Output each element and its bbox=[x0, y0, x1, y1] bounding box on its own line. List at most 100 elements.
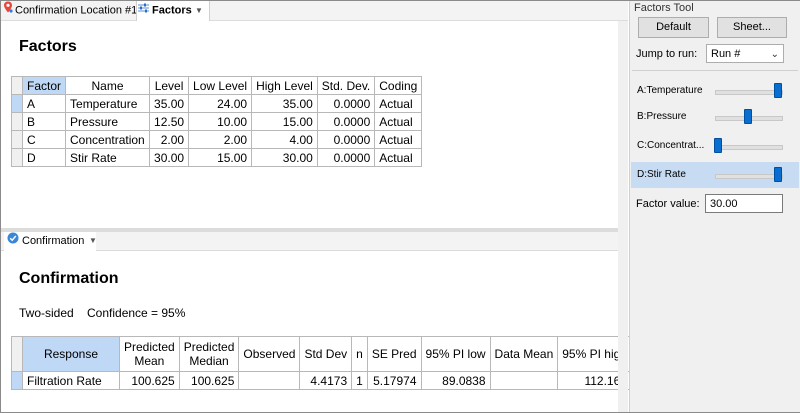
table-row[interactable]: B Pressure 12.50 10.00 15.00 0.0000 Actu… bbox=[11, 112, 423, 131]
factor-slider-row[interactable]: A:Temperature bbox=[631, 78, 799, 104]
factors-table: Factor Name Level Low Level High Level S… bbox=[11, 76, 423, 167]
col-coding[interactable]: Coding bbox=[374, 76, 423, 95]
cell-name[interactable]: Temperature bbox=[65, 94, 151, 113]
slider-track[interactable] bbox=[715, 90, 783, 95]
col-observed[interactable]: Observed bbox=[238, 336, 301, 372]
cell-low-level[interactable]: 2.00 bbox=[188, 130, 253, 149]
col-n[interactable]: n bbox=[351, 336, 368, 372]
cell-factor[interactable]: D bbox=[21, 148, 67, 167]
col-data-mean[interactable]: Data Mean bbox=[489, 336, 559, 372]
col-pi-low[interactable]: 95% PI low bbox=[420, 336, 491, 372]
cell-level[interactable]: 2.00 bbox=[149, 130, 190, 149]
cell-level[interactable]: 12.50 bbox=[149, 112, 190, 131]
cell-std-dev[interactable]: 0.0000 bbox=[316, 130, 376, 149]
cell-low-level[interactable]: 10.00 bbox=[188, 112, 253, 131]
cell-std-dev[interactable]: 0.0000 bbox=[316, 94, 376, 113]
cell-name[interactable]: Pressure bbox=[65, 112, 151, 131]
col-factor[interactable]: Factor bbox=[21, 76, 67, 95]
sheet-button[interactable]: Sheet... bbox=[717, 17, 787, 38]
table-row[interactable]: D Stir Rate 30.00 15.00 30.00 0.0000 Act… bbox=[11, 148, 423, 167]
cell-predicted-median[interactable]: 100.625 bbox=[178, 371, 240, 390]
cell-coding[interactable]: Actual bbox=[374, 148, 423, 167]
factor-slider-row[interactable]: C:Concentrat... bbox=[631, 133, 799, 159]
factor-value-input[interactable]: 30.00 bbox=[705, 194, 783, 213]
col-response[interactable]: Response bbox=[22, 336, 120, 372]
col-low-level[interactable]: Low Level bbox=[188, 76, 253, 95]
cell-factor[interactable]: B bbox=[21, 112, 67, 131]
cell-factor[interactable]: A bbox=[21, 94, 67, 113]
col-se-pred[interactable]: SE Pred bbox=[366, 336, 422, 372]
slider-track[interactable] bbox=[715, 174, 783, 179]
slider-thumb[interactable] bbox=[774, 83, 782, 98]
top-tab-bar: Confirmation Location #1 Factors ▼ bbox=[1, 1, 628, 21]
header-line: Predicted Median bbox=[183, 340, 235, 368]
check-circle-icon bbox=[7, 232, 19, 250]
table-corner[interactable] bbox=[11, 76, 23, 95]
table-row[interactable]: Filtration Rate 100.625 100.625 4.4173 1… bbox=[11, 371, 632, 390]
cell-response[interactable]: Filtration Rate bbox=[22, 371, 120, 390]
jump-to-run-select[interactable]: Run # ⌄ bbox=[706, 44, 784, 63]
slider-thumb[interactable] bbox=[744, 109, 752, 124]
table-corner[interactable] bbox=[11, 336, 23, 372]
factor-slider-label: B:Pressure bbox=[637, 111, 687, 122]
table-row[interactable]: C Concentration 2.00 2.00 4.00 0.0000 Ac… bbox=[11, 130, 423, 149]
col-predicted-mean[interactable]: Predicted Mean bbox=[119, 336, 180, 372]
table-row[interactable]: A Temperature 35.00 24.00 35.00 0.0000 A… bbox=[11, 94, 423, 113]
cell-factor[interactable]: C bbox=[21, 130, 67, 149]
row-header[interactable] bbox=[11, 130, 23, 149]
tab-menu-chevron-down-icon[interactable]: ▼ bbox=[89, 232, 97, 250]
cell-coding[interactable]: Actual bbox=[374, 94, 423, 113]
cell-coding[interactable]: Actual bbox=[374, 130, 423, 149]
cell-observed[interactable] bbox=[238, 371, 301, 390]
confidence-label: Confidence = 95% bbox=[87, 306, 186, 320]
bottom-tab-bar: Confirmation ▼ bbox=[1, 232, 628, 251]
default-button[interactable]: Default bbox=[638, 17, 709, 38]
cell-data-mean[interactable] bbox=[489, 371, 559, 390]
row-header[interactable] bbox=[11, 371, 23, 390]
cell-se-pred[interactable]: 5.17974 bbox=[366, 371, 422, 390]
tab-confirmation[interactable]: Confirmation ▼ bbox=[4, 232, 97, 251]
row-header[interactable] bbox=[11, 112, 23, 131]
cell-pi-low[interactable]: 89.0838 bbox=[420, 371, 491, 390]
col-high-level[interactable]: High Level bbox=[251, 76, 318, 95]
location-pin-icon bbox=[3, 1, 13, 20]
cell-std-dev[interactable]: 0.0000 bbox=[316, 112, 376, 131]
col-std-dev[interactable]: Std Dev bbox=[299, 336, 353, 372]
row-header[interactable] bbox=[11, 94, 23, 113]
col-std-dev[interactable]: Std. Dev. bbox=[316, 76, 376, 95]
row-header[interactable] bbox=[11, 148, 23, 167]
cell-level[interactable]: 30.00 bbox=[149, 148, 190, 167]
cell-low-level[interactable]: 24.00 bbox=[188, 94, 253, 113]
cell-level[interactable]: 35.00 bbox=[149, 94, 190, 113]
slider-track[interactable] bbox=[715, 145, 783, 150]
tab-confirmation-location[interactable]: Confirmation Location #1 bbox=[3, 1, 137, 20]
slider-thumb[interactable] bbox=[714, 138, 722, 153]
cell-name[interactable]: Stir Rate bbox=[65, 148, 151, 167]
cell-std-dev[interactable]: 0.0000 bbox=[316, 148, 376, 167]
col-level[interactable]: Level bbox=[149, 76, 190, 95]
cell-high-level[interactable]: 35.00 bbox=[251, 94, 318, 113]
cell-name[interactable]: Concentration bbox=[65, 130, 151, 149]
factors-header-row: Factor Name Level Low Level High Level S… bbox=[11, 76, 423, 95]
cell-predicted-mean[interactable]: 100.625 bbox=[119, 371, 180, 390]
cell-low-level[interactable]: 15.00 bbox=[188, 148, 253, 167]
chevron-down-icon: ⌄ bbox=[770, 49, 779, 60]
vertical-scrollbar[interactable] bbox=[618, 21, 628, 412]
factor-value-label: Factor value: bbox=[636, 198, 700, 210]
select-value: Run # bbox=[711, 48, 741, 60]
cell-high-level[interactable]: 15.00 bbox=[251, 112, 318, 131]
cell-coding[interactable]: Actual bbox=[374, 112, 423, 131]
sided-label: Two-sided bbox=[19, 306, 74, 320]
slider-thumb[interactable] bbox=[774, 167, 782, 182]
factor-slider-label: A:Temperature bbox=[637, 85, 703, 96]
cell-high-level[interactable]: 30.00 bbox=[251, 148, 318, 167]
col-predicted-median[interactable]: Predicted Median bbox=[178, 336, 240, 372]
factor-slider-label: C:Concentrat... bbox=[637, 140, 705, 151]
cell-n[interactable]: 1 bbox=[351, 371, 368, 390]
cell-high-level[interactable]: 4.00 bbox=[251, 130, 318, 149]
factor-slider-row[interactable]: D:Stir Rate bbox=[631, 162, 799, 188]
factor-slider-row[interactable]: B:Pressure bbox=[631, 104, 799, 130]
cell-std-dev[interactable]: 4.4173 bbox=[299, 371, 353, 390]
col-name[interactable]: Name bbox=[65, 76, 151, 95]
tab-menu-chevron-down-icon[interactable]: ▼ bbox=[195, 1, 203, 20]
